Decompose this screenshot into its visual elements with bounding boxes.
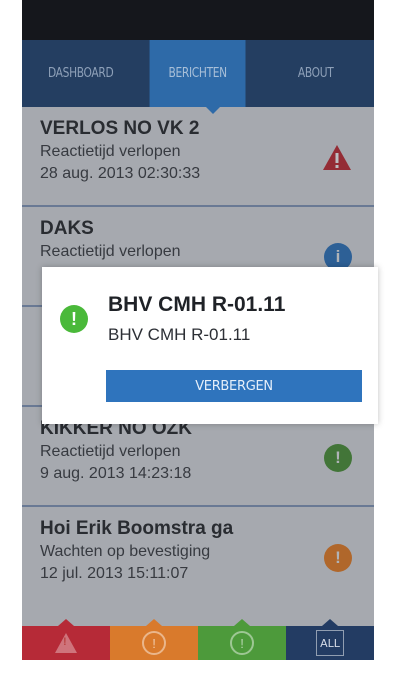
status-bar	[22, 0, 374, 40]
warning-icon: !	[55, 633, 77, 653]
notification-dialog: ! BHV CMH R-01.11 BHV CMH R-01.11 VERBER…	[42, 267, 378, 424]
hide-button[interactable]: VERBERGEN	[106, 370, 362, 402]
filter-tab-bar: ! ! ! ALL	[22, 619, 374, 660]
tab-about[interactable]: ABOUT	[267, 40, 363, 107]
filter-tab-alarm[interactable]: !	[22, 619, 110, 660]
exclamation-icon: !	[230, 631, 254, 655]
dialog-title: BHV CMH R-01.11	[108, 293, 286, 316]
tab-dashboard[interactable]: DASHBOARD	[33, 40, 129, 107]
exclamation-icon: !	[60, 305, 88, 333]
filter-tab-all[interactable]: ALL	[286, 619, 374, 660]
dialog-subtitle: BHV CMH R-01.11	[108, 325, 251, 344]
filter-tab-warning[interactable]: !	[110, 619, 198, 660]
tab-berichten[interactable]: BERICHTEN	[149, 40, 247, 107]
active-tab-pointer	[204, 105, 222, 114]
filter-tab-ok[interactable]: !	[198, 619, 286, 660]
top-nav: DASHBOARD BERICHTEN ABOUT	[22, 40, 374, 107]
exclamation-icon: !	[142, 631, 166, 655]
all-icon: ALL	[316, 630, 344, 656]
